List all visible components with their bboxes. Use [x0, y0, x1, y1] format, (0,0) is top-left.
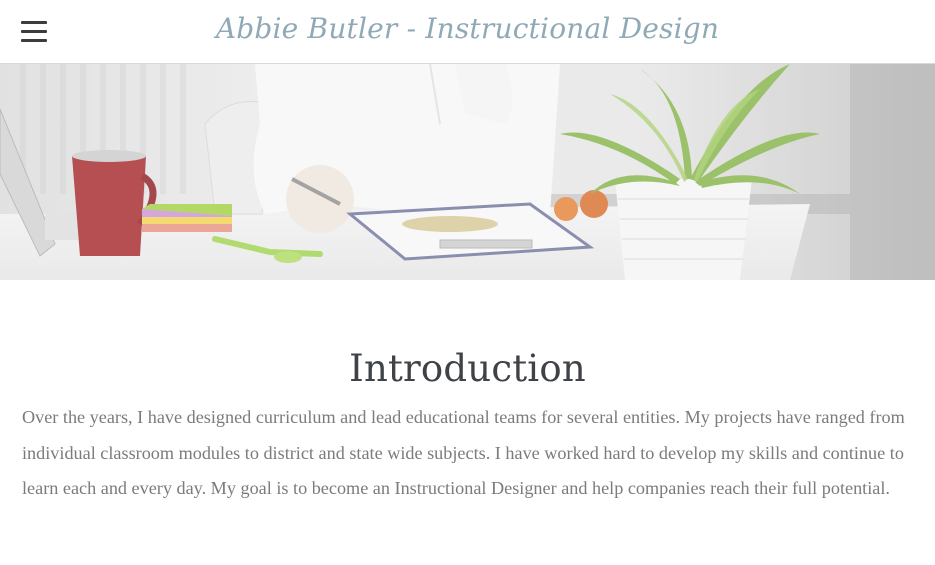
intro-paragraph: Over the years, I have designed curricul…	[22, 407, 905, 498]
banner-image	[0, 64, 935, 280]
site-title[interactable]: Abbie Butler - Instructional Design	[0, 12, 935, 45]
intro-heading: Introduction	[349, 347, 586, 390]
site-header: Abbie Butler - Instructional Design	[0, 0, 935, 64]
